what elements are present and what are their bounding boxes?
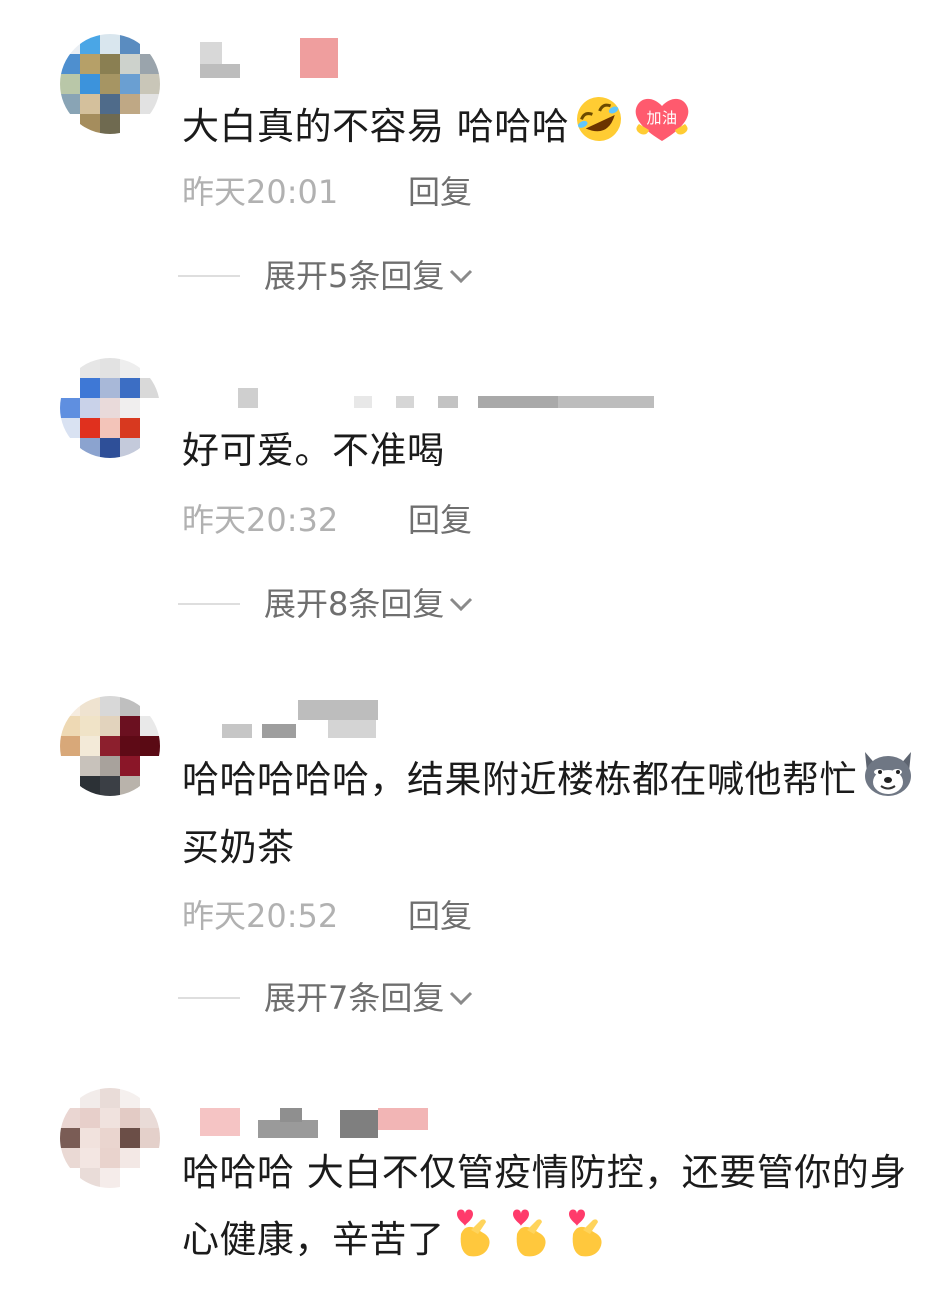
username-masked[interactable] bbox=[182, 694, 662, 738]
comment-text: 好可爱。不准喝 bbox=[182, 429, 445, 472]
comment-text-content: 大白真的不容易 哈哈哈 bbox=[182, 105, 570, 148]
expand-replies-label: 展开5条回复 bbox=[264, 257, 445, 295]
comment-time: 昨天20:52 bbox=[182, 897, 339, 935]
divider-line bbox=[178, 997, 240, 999]
comment-meta: 昨天20:52 回复 bbox=[182, 896, 472, 936]
comment-time: 昨天20:01 bbox=[182, 173, 339, 211]
expand-replies-label: 展开7条回复 bbox=[264, 979, 445, 1017]
comment-meta: 昨天20:01 回复 bbox=[182, 172, 472, 212]
avatar[interactable] bbox=[60, 34, 160, 134]
comment-text: 哈哈哈 大白不仅管疫情防控，还要管你的身心健康，辛苦了 bbox=[182, 1142, 922, 1279]
avatar[interactable] bbox=[60, 358, 160, 458]
reply-button[interactable]: 回复 bbox=[408, 172, 472, 212]
expand-replies-button[interactable]: 展开5条回复 bbox=[178, 256, 474, 296]
jiayou-heart-badge-icon: 加油 bbox=[631, 94, 693, 163]
chevron-down-icon bbox=[448, 583, 474, 623]
username-masked[interactable] bbox=[182, 1090, 662, 1138]
avatar[interactable] bbox=[60, 696, 160, 796]
comment-text: 哈哈哈哈哈，结果附近楼栋都在喊他帮忙买奶茶 bbox=[182, 746, 922, 879]
rofl-emoji-icon bbox=[571, 94, 627, 163]
comment-text-content: 买奶茶 bbox=[182, 826, 295, 869]
comment-text: 大白真的不容易 哈哈哈 加油 bbox=[182, 94, 922, 163]
reply-button[interactable]: 回复 bbox=[408, 500, 472, 540]
comment-text-content: 哈哈哈哈哈，结果附近楼栋都在喊他帮忙 bbox=[182, 758, 857, 801]
comment-meta: 昨天20:32 回复 bbox=[182, 500, 472, 540]
divider-line bbox=[178, 603, 240, 605]
finger-heart-emoji-icon bbox=[503, 1204, 555, 1279]
expand-replies-label: 展开8条回复 bbox=[264, 585, 445, 623]
username-masked[interactable] bbox=[182, 366, 662, 408]
expand-replies-button[interactable]: 展开7条回复 bbox=[178, 978, 474, 1018]
reply-button[interactable]: 回复 bbox=[408, 896, 472, 936]
comment-time: 昨天20:32 bbox=[182, 501, 339, 539]
expand-replies-button[interactable]: 展开8条回复 bbox=[178, 584, 474, 624]
finger-heart-emoji-icon bbox=[559, 1204, 611, 1279]
chevron-down-icon bbox=[448, 255, 474, 295]
chevron-down-icon bbox=[448, 977, 474, 1017]
doge-husky-emoji-icon bbox=[859, 746, 917, 817]
divider-line bbox=[178, 275, 240, 277]
avatar[interactable] bbox=[60, 1088, 160, 1188]
username-masked[interactable] bbox=[182, 38, 662, 78]
jiayou-badge-label: 加油 bbox=[647, 109, 678, 127]
finger-heart-emoji-icon bbox=[447, 1204, 499, 1279]
